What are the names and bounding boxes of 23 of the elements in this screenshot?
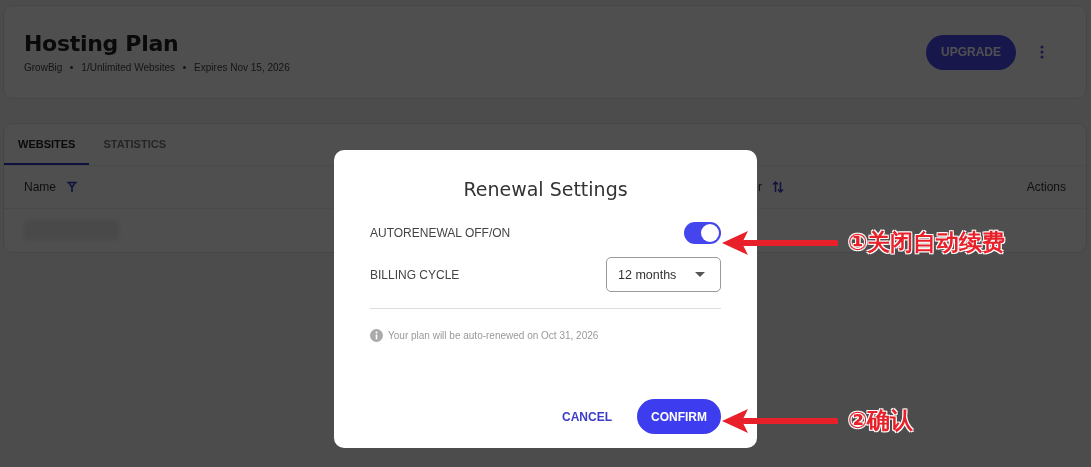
bullet-separator [70, 66, 74, 69]
bullet-separator [183, 66, 187, 69]
column-header: Name [24, 180, 56, 194]
caret-icon [695, 272, 705, 277]
billing-cycle-select[interactable]: 12 months [606, 257, 721, 292]
cancel-button[interactable]: CANCEL [562, 401, 612, 432]
info-icon [370, 329, 383, 342]
column-header: r [758, 180, 762, 194]
confirm-button[interactable]: CONFIRM [637, 399, 721, 434]
info-note: Your plan will be auto-renewed on Oct 31, 2026 [388, 330, 599, 341]
more-icon [1040, 45, 1044, 59]
autorenewal-toggle[interactable] [684, 222, 721, 244]
annotation-text: ②确认 [848, 406, 914, 435]
setting-label: AUTORENEWAL OFF/ON [370, 226, 511, 240]
filter-icon [66, 181, 78, 193]
setting-label: BILLING CYCLE [370, 267, 460, 282]
plan-detail: GrowBig [24, 62, 63, 73]
column-header: Actions [1026, 180, 1066, 194]
plan-detail: Expires Nov 15, 2026 [194, 62, 290, 73]
plan-title: Hosting Plan [24, 31, 180, 56]
sort-icon [772, 180, 784, 194]
dialog-title: Renewal Settings [462, 178, 629, 200]
annotation-text: ①关闭自动续费 [848, 228, 1006, 257]
